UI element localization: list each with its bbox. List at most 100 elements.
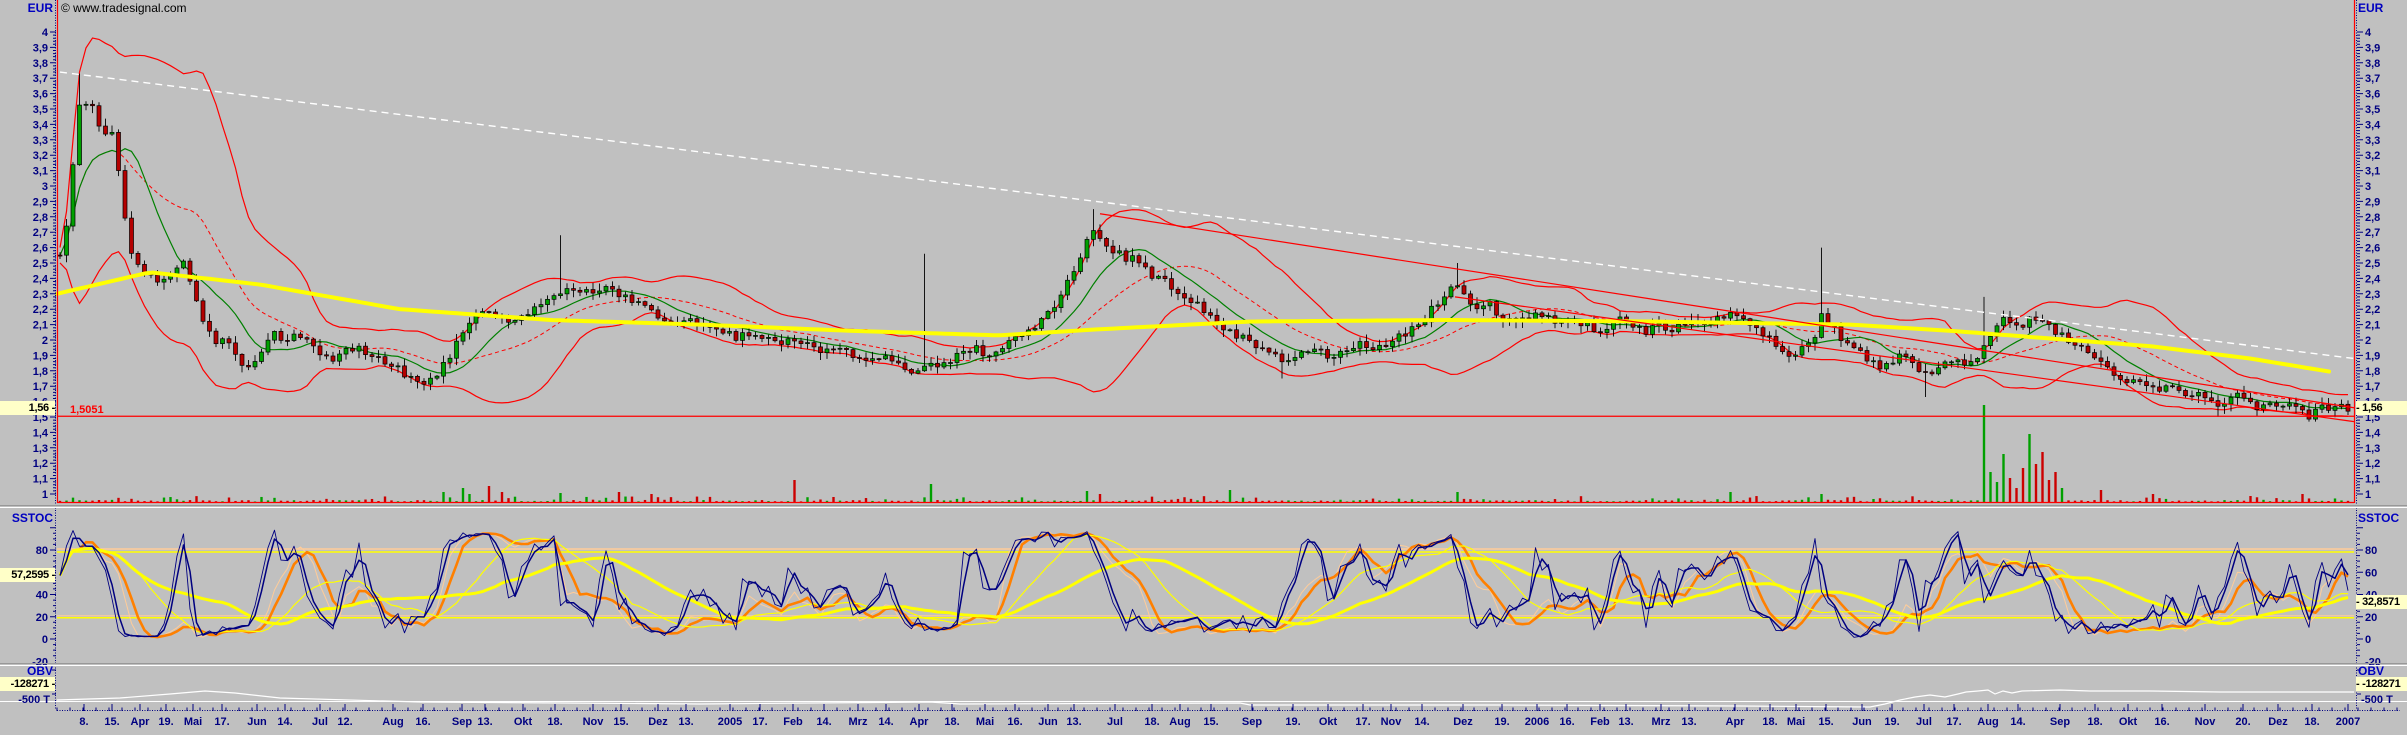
- volume-bar: [416, 500, 418, 502]
- x-axis-label: 18.: [2304, 716, 2319, 728]
- candle-body: [182, 261, 186, 268]
- candle-body: [2281, 406, 2285, 407]
- panel-separator-sstoc-obv[interactable]: [0, 665, 2407, 666]
- volume-bar: [1274, 501, 1276, 502]
- candle-body: [1475, 304, 1479, 309]
- volume-bar: [1144, 500, 1146, 502]
- candle-body: [1436, 305, 1440, 306]
- volume-bar: [1723, 501, 1725, 502]
- y-axis-label: 2,2: [2365, 304, 2380, 316]
- volume-bar: [982, 501, 984, 502]
- volume-bar: [2314, 501, 2316, 502]
- candle-body: [71, 165, 75, 226]
- volume-bar: [618, 492, 620, 502]
- candle-body: [2236, 393, 2240, 397]
- chart-canvas[interactable]: 443,93,93,83,83,73,73,63,63,53,53,43,43,…: [0, 0, 2407, 735]
- volume-bar: [1840, 500, 1842, 502]
- volume-bar: [124, 501, 126, 502]
- volume-bar: [163, 498, 165, 502]
- candle-body: [546, 299, 550, 304]
- candle-body: [2320, 405, 2324, 409]
- sstoc-yellow-thick-line: [60, 549, 2348, 625]
- volume-bar: [1300, 501, 1302, 502]
- volume-bar: [2275, 498, 2277, 502]
- volume-bar: [2028, 434, 2030, 502]
- y-axis-label: 1,1: [2365, 474, 2380, 486]
- volume-bar: [1008, 500, 1010, 502]
- volume-bar: [1209, 501, 1211, 502]
- volume-bar: [143, 501, 145, 502]
- y-axis-label: 1,2: [33, 458, 48, 470]
- candle-body: [838, 348, 842, 349]
- candle-body: [2314, 409, 2318, 419]
- volume-bar: [1515, 501, 1517, 502]
- volume-bar: [384, 496, 386, 502]
- candle-body: [1046, 311, 1050, 318]
- candle-body: [1209, 313, 1213, 316]
- volume-bar: [735, 501, 737, 502]
- candle-body: [123, 171, 127, 219]
- volume-bar: [2074, 501, 2076, 502]
- volume-bar: [754, 500, 756, 502]
- candle-body: [552, 296, 556, 300]
- volume-bar: [702, 500, 704, 502]
- candle-body: [1670, 330, 1674, 332]
- x-axis-label: Nov: [1381, 716, 1403, 728]
- candle-body: [1319, 349, 1323, 350]
- candle-body: [1196, 302, 1200, 303]
- candle-body: [2093, 353, 2097, 358]
- volume-bar: [2321, 501, 2323, 502]
- x-axis-label: Sep: [452, 716, 472, 728]
- candle-body: [1326, 349, 1330, 358]
- x-axis-label: 2005: [718, 716, 742, 728]
- volume-bar: [1131, 501, 1133, 502]
- volume-bar: [111, 500, 113, 502]
- volume-bar: [1027, 501, 1029, 502]
- volume-bar: [2119, 500, 2121, 502]
- volume-bar: [1313, 501, 1315, 502]
- candle-body: [487, 312, 491, 313]
- volume-bar: [2178, 501, 2180, 502]
- candle-body: [565, 289, 569, 294]
- volume-bar: [1417, 501, 1419, 502]
- obv-axis-label-right: -500 T: [2361, 694, 2393, 706]
- volume-bar: [319, 501, 321, 502]
- obv-value-tag-right: - -128271: [2356, 677, 2407, 691]
- volume-bar: [1820, 494, 1822, 502]
- candle-body: [312, 339, 316, 346]
- volume-bar: [332, 500, 334, 502]
- candle-body: [812, 343, 816, 347]
- volume-bar: [1983, 405, 1985, 502]
- candle-body: [890, 356, 894, 361]
- volume-bar: [1248, 501, 1250, 502]
- volume-bar: [1229, 490, 1231, 502]
- volume-bar: [1125, 500, 1127, 502]
- volume-bar: [839, 501, 841, 502]
- volume-bar: [676, 501, 678, 502]
- volume-bar: [1508, 501, 1510, 502]
- candle-body: [1482, 306, 1486, 309]
- volume-bar: [1216, 500, 1218, 502]
- candle-body: [1982, 346, 1986, 359]
- volume-bar: [585, 497, 587, 502]
- volume-bar: [1651, 498, 1653, 502]
- volume-bar: [150, 501, 152, 502]
- volume-bar: [1489, 501, 1491, 502]
- volume-bar: [1398, 499, 1400, 502]
- obv-panel-title-left: OBV: [0, 664, 53, 678]
- candle-body: [318, 346, 322, 355]
- volume-bar: [1924, 501, 1926, 502]
- candle-body: [1443, 297, 1447, 305]
- volume-bar: [1898, 501, 1900, 502]
- volume-bar: [592, 500, 594, 502]
- volume-bar: [657, 497, 659, 502]
- volume-bar: [202, 500, 204, 502]
- panel-separator-price-sstoc[interactable]: [0, 507, 2407, 508]
- candle-body: [2047, 321, 2051, 325]
- x-axis-label: 15.: [104, 716, 119, 728]
- volume-bar: [364, 500, 366, 502]
- volume-bar: [1086, 491, 1088, 502]
- volume-bar: [397, 501, 399, 502]
- candle-body: [1865, 350, 1869, 361]
- volume-bar: [371, 499, 373, 502]
